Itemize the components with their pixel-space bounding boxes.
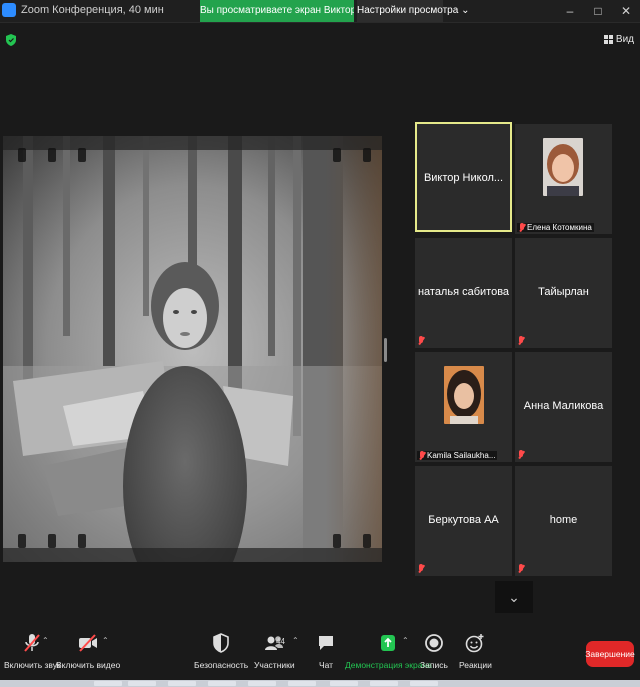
participants-label: Участники: [254, 660, 295, 670]
participant-name: Анна Маликова: [523, 400, 604, 412]
participant-name: home: [549, 514, 578, 526]
chevron-down-icon: ⌄: [508, 588, 520, 605]
reactions-label: Реакции: [459, 660, 492, 670]
mic-muted-icon: [418, 564, 424, 573]
os-taskbar: [0, 680, 640, 687]
record-icon: [425, 634, 443, 652]
participant-tile-tayyrlan[interactable]: Тайырлан: [515, 238, 612, 348]
security-button[interactable]: Безопасность: [194, 632, 248, 670]
window-controls: – □ ✕: [556, 0, 640, 22]
security-label: Безопасность: [194, 660, 249, 670]
mic-muted-icon: [518, 336, 524, 345]
participant-tile-berkutova[interactable]: Беркутова АА: [415, 466, 512, 576]
share-screen-button[interactable]: Демонстрация экрана: [345, 632, 432, 670]
shared-screen-image: [3, 136, 382, 562]
mic-muted-icon: [518, 450, 524, 459]
reactions-smiley-icon: [466, 634, 484, 653]
window-title: Zoom Конференция, 40 мин: [21, 4, 164, 16]
participant-tile-viktor[interactable]: Виктор Никол...: [415, 122, 512, 232]
view-button-label: Вид: [615, 34, 634, 45]
participant-name: Тайырлан: [538, 286, 589, 298]
screen-share-banner: Вы просматриваете экран Виктор Николаеви…: [200, 0, 354, 22]
view-options-button[interactable]: Настройки просмотра ⌄: [357, 0, 469, 22]
mic-muted-icon: [418, 336, 424, 345]
grid-view-icon: [603, 35, 613, 44]
participant-name: Елена Котомкина: [527, 223, 592, 232]
participant-tile-anna[interactable]: Анна Маликова: [515, 352, 612, 462]
audio-options-caret[interactable]: ⌃: [42, 636, 49, 645]
view-button[interactable]: Вид: [603, 34, 634, 45]
mic-muted-icon: [518, 564, 524, 573]
title-bar: Zoom Конференция, 40 мин Вы просматривае…: [0, 0, 640, 23]
participant-name: Виктор Никол...: [423, 172, 504, 184]
mic-muted-icon: [419, 451, 425, 460]
chat-label: Чат: [318, 660, 334, 670]
chevron-down-icon: ⌄: [461, 5, 470, 16]
video-options-caret[interactable]: ⌃: [102, 636, 109, 645]
unmute-button[interactable]: Включить звук: [4, 632, 61, 670]
encryption-shield-icon[interactable]: [6, 34, 16, 46]
participant-label: Kamila Sailaukha...: [417, 451, 498, 460]
mic-muted-icon: [519, 223, 525, 232]
start-video-label: Включить видео: [56, 660, 121, 670]
participant-tile-elena[interactable]: Елена Котомкина: [515, 124, 612, 234]
chat-bubble-icon: [319, 636, 333, 650]
close-button[interactable]: ✕: [612, 0, 640, 22]
record-label: Запись: [420, 660, 448, 670]
unmute-label: Включить звук: [4, 660, 61, 670]
participant-name: Беркутова АА: [428, 514, 499, 526]
minimize-button[interactable]: –: [556, 0, 584, 22]
participant-name: наталья сабитова: [417, 286, 510, 298]
zoom-app-icon: [2, 3, 16, 17]
participant-tile-natalya[interactable]: наталья сабитова: [415, 238, 512, 348]
view-options-label: Настройки просмотра: [357, 5, 459, 16]
participant-tile-kamila[interactable]: Kamila Sailaukha...: [415, 352, 512, 462]
share-options-caret[interactable]: ⌃: [402, 636, 409, 645]
panel-splitter-handle[interactable]: [384, 338, 387, 362]
participant-name: Kamila Sailaukha...: [427, 451, 496, 460]
chat-button[interactable]: Чат: [315, 632, 337, 670]
share-screen-label: Демонстрация экрана: [345, 660, 432, 670]
maximize-button[interactable]: □: [584, 0, 612, 22]
share-screen-icon: [381, 635, 396, 651]
security-shield-icon: [213, 633, 229, 653]
participant-label: Елена Котомкина: [517, 223, 594, 232]
meeting-toolbar: Включить звук ⌃ Включить видео ⌃ Безопас…: [0, 624, 640, 680]
participants-options-caret[interactable]: ⌃: [292, 636, 299, 645]
participant-tile-home[interactable]: home: [515, 466, 612, 576]
gallery-next-page-button[interactable]: ⌄: [495, 581, 533, 613]
participants-count: 44: [276, 637, 285, 646]
participant-video: [543, 138, 583, 196]
participants-button[interactable]: Участники: [254, 632, 295, 670]
reactions-button[interactable]: Реакции: [459, 632, 492, 670]
record-button[interactable]: Запись: [420, 632, 448, 670]
start-video-button[interactable]: Включить видео: [56, 632, 120, 670]
end-meeting-button[interactable]: Завершение: [585, 641, 635, 667]
participant-video: [444, 366, 484, 424]
shared-screen-view[interactable]: [3, 136, 382, 562]
microphone-muted-icon: [24, 634, 41, 652]
video-camera-off-icon: [79, 634, 98, 652]
